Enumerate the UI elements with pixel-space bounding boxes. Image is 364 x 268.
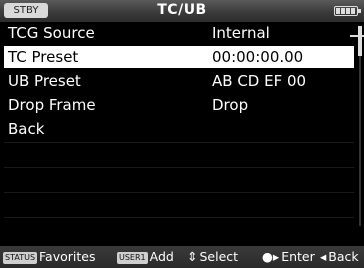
scrollbar-track: [359, 26, 361, 226]
help-select-label: Select: [199, 249, 239, 264]
help-favorites: STATUS Favorites: [3, 246, 95, 268]
help-enter: ●▸ Enter: [262, 246, 315, 268]
menu-item-label: TC Preset: [8, 48, 79, 66]
help-select: ⇕ Select: [187, 246, 238, 268]
help-enter-label: Enter: [281, 249, 315, 264]
menu-item-label: Back: [8, 120, 45, 138]
menu-item-tc-preset[interactable]: TC Preset 00:00:00.00: [4, 46, 354, 68]
menu-item-label: TCG Source: [8, 24, 95, 42]
help-back: ◂ Back: [320, 246, 359, 268]
user1-button-icon: USER1: [117, 251, 148, 264]
help-add-label: Add: [149, 249, 174, 264]
battery-icon: [334, 6, 361, 16]
status-bar: STBY TC/UB: [0, 0, 364, 22]
menu-empty-row: [4, 167, 354, 190]
menu-list: TCG Source Internal TC Preset 00:00:00.0…: [4, 22, 354, 242]
menu-item-value: AB CD EF 00: [212, 72, 307, 90]
menu-item-ub-preset[interactable]: UB Preset AB CD EF 00: [4, 70, 354, 92]
menu-item-value: 00:00:00.00: [212, 48, 304, 66]
help-bar: STATUS Favorites USER1 Add ⇕ Select ●▸ Enter…: [0, 246, 364, 268]
menu-item-label: UB Preset: [8, 72, 81, 90]
up-down-arrow-icon: ⇕: [187, 249, 198, 264]
help-add: USER1 Add: [117, 246, 174, 268]
status-button-icon: STATUS: [3, 251, 38, 264]
menu-empty-row: [4, 142, 354, 165]
menu-item-tcg-source[interactable]: TCG Source Internal: [4, 22, 354, 44]
left-arrow-icon: ◂: [320, 249, 327, 264]
help-favorites-label: Favorites: [39, 249, 96, 264]
menu-item-value: Internal: [212, 24, 270, 42]
menu-item-drop-frame[interactable]: Drop Frame Drop: [4, 94, 354, 116]
help-back-label: Back: [328, 249, 359, 264]
menu-empty-row: [4, 217, 354, 240]
menu-item-value: Drop: [212, 96, 249, 114]
menu-item-back[interactable]: Back: [4, 118, 354, 140]
menu-title: TC/UB: [157, 2, 207, 18]
scrollbar[interactable]: [358, 26, 362, 226]
dial-enter-icon: ●▸: [262, 249, 280, 264]
selection-marker: [350, 35, 364, 37]
scrollbar-thumb[interactable]: [358, 26, 362, 56]
menu-item-label: Drop Frame: [8, 96, 96, 114]
menu-empty-row: [4, 192, 354, 215]
